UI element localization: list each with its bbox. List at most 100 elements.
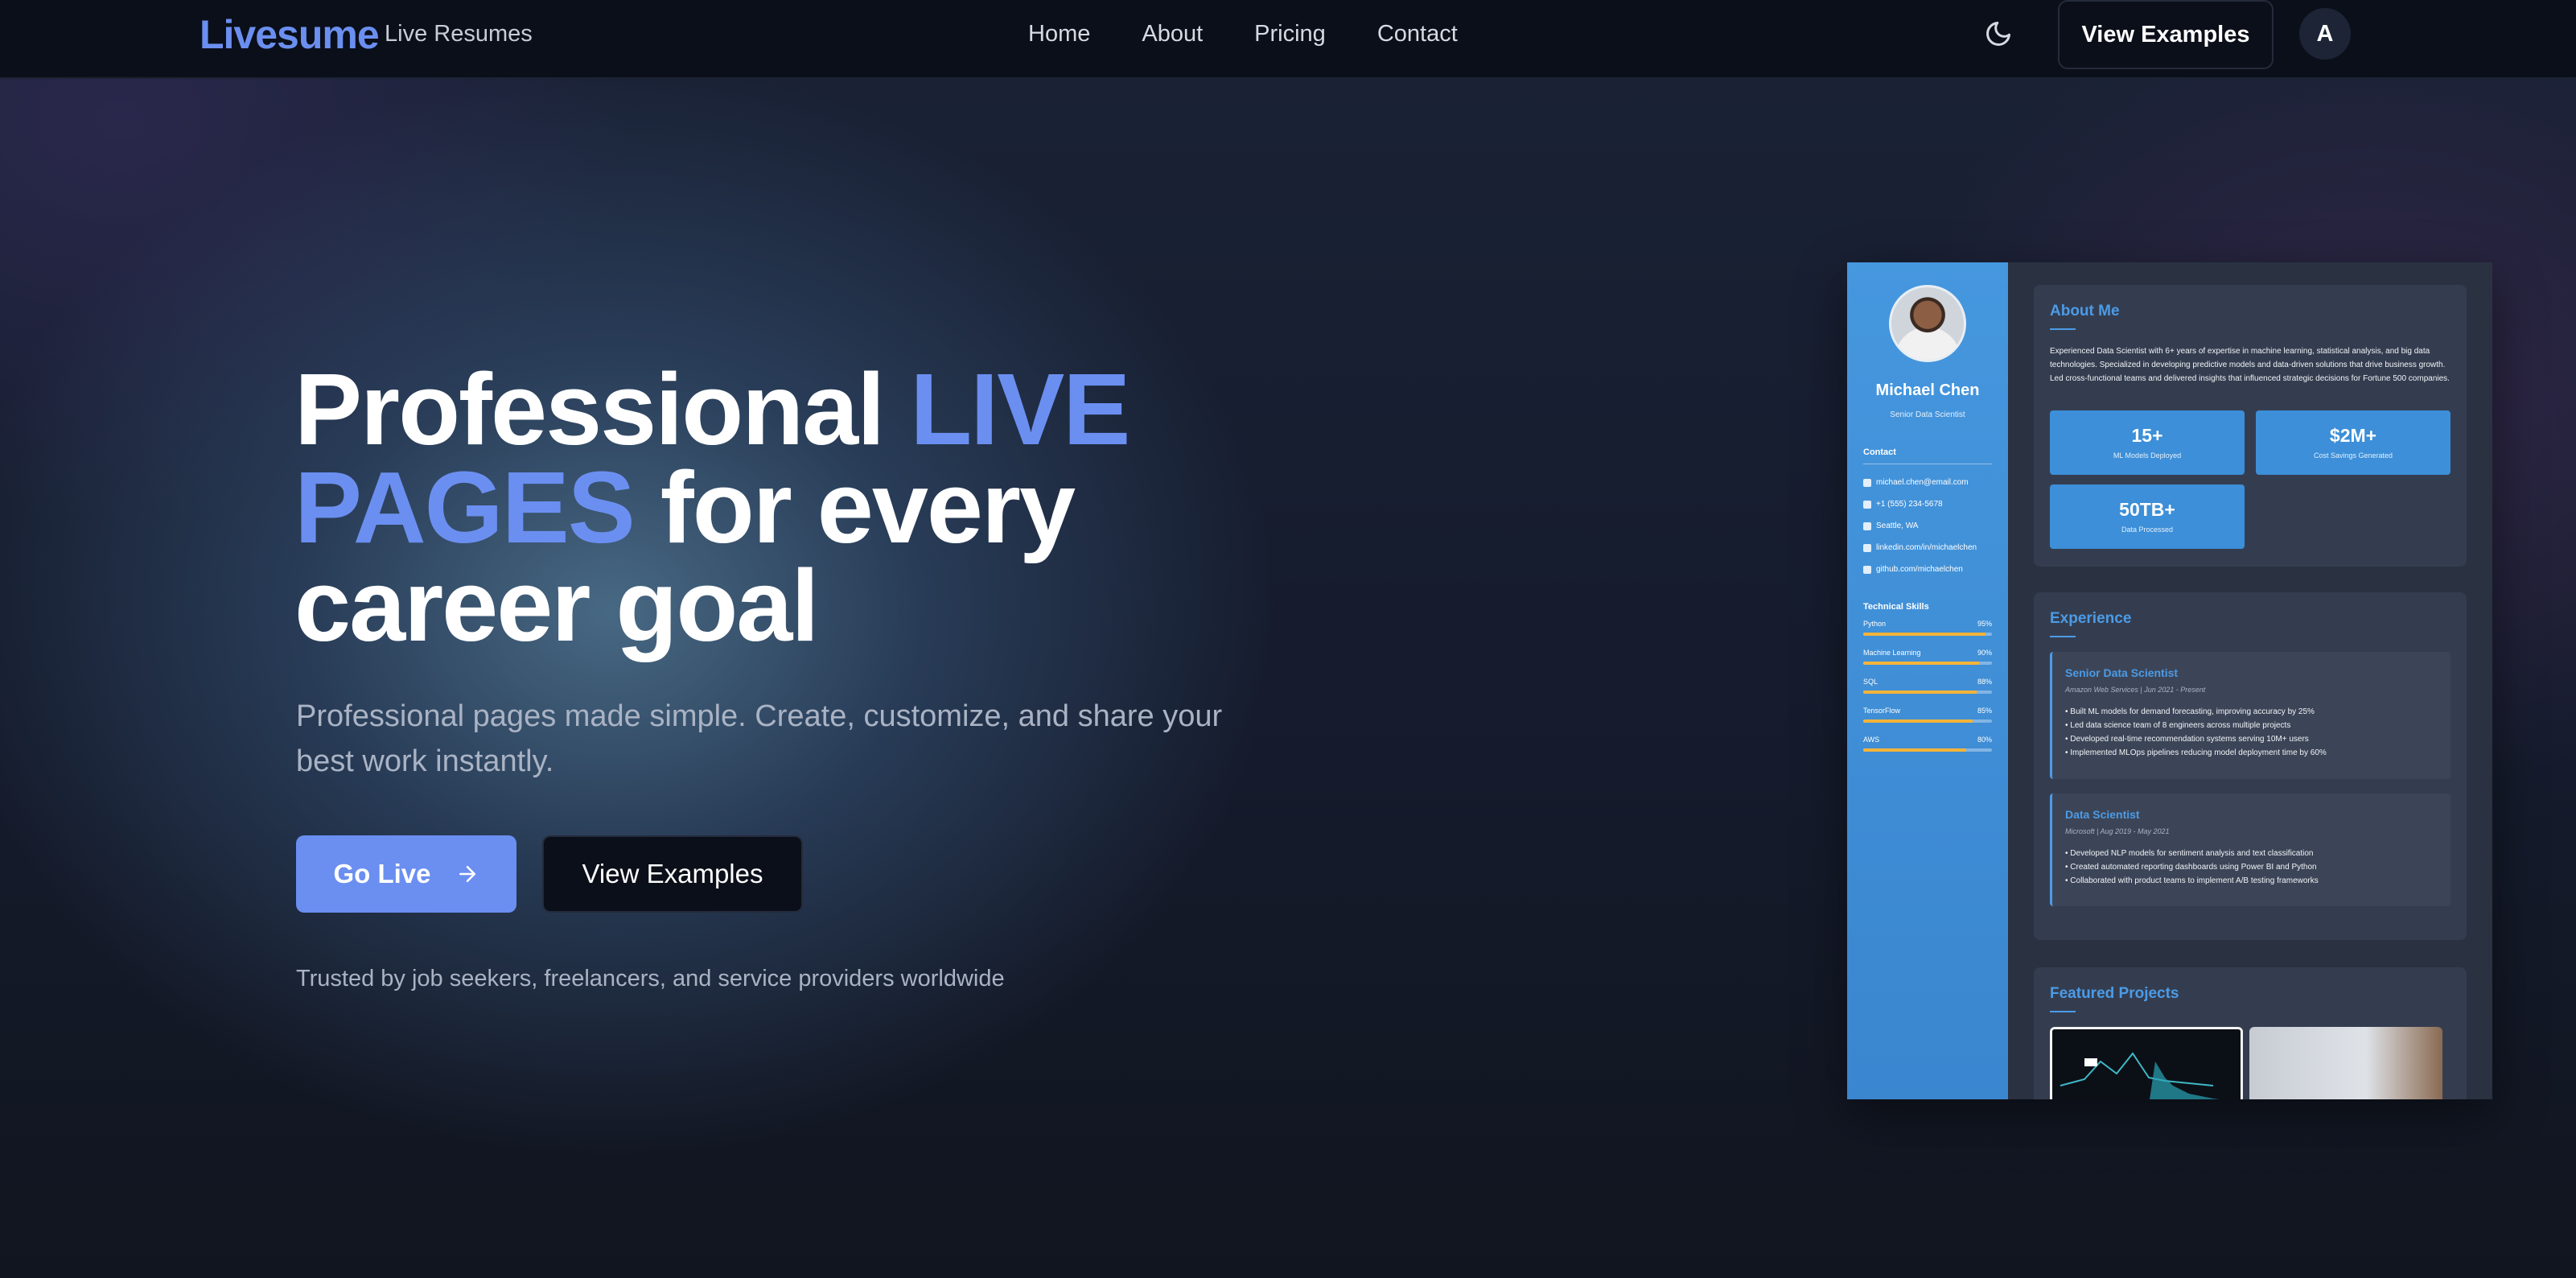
skill-tensorflow: TensorFlow 85%	[1863, 707, 1992, 723]
about-text: Experienced Data Scientist with 6+ years…	[2050, 347, 2450, 383]
hero-title-part1: Professional	[294, 352, 911, 466]
job-bullet: Built ML models for demand forecasting, …	[2065, 705, 2438, 719]
skill-python: Python 95%	[1863, 620, 1992, 636]
linkedin-icon	[1863, 543, 1871, 552]
skill-fill	[1863, 633, 1985, 636]
job-title: Data Scientist	[2065, 808, 2140, 821]
resume-sidebar: Michael Chen Senior Data Scientist Conta…	[1847, 262, 2008, 1099]
user-avatar[interactable]: A	[2299, 8, 2351, 60]
skill-fill	[1863, 748, 1966, 752]
skill-fill	[1863, 662, 1979, 665]
skill-name: Python	[1863, 620, 1887, 628]
contact-location: Seattle, WA	[1863, 522, 1918, 530]
experience-title: Experience	[2050, 610, 2132, 627]
contact-phone-text: +1 (555) 234-5678	[1876, 500, 1943, 509]
skill-pct: 80%	[1977, 736, 1992, 744]
skill-fill	[1863, 719, 1973, 723]
stat-number: 50TB+	[2119, 499, 2175, 520]
job-bullets: Developed NLP models for sentiment analy…	[2065, 847, 2438, 888]
phone-icon	[1863, 500, 1871, 509]
contact-location-text: Seattle, WA	[1876, 522, 1919, 530]
location-icon	[1863, 522, 1871, 530]
hero-description: Professional pages made simple. Create, …	[296, 699, 1223, 778]
project-thumbnail[interactable]	[2249, 1027, 2442, 1099]
trusted-by-text: Trusted by job seekers, freelancers, and…	[296, 966, 1005, 991]
job-bullet: Implemented MLOps pipelines reducing mod…	[2065, 746, 2438, 760]
profile-photo	[1889, 285, 1966, 362]
contact-linkedin-text: linkedin.com/in/michaelchen	[1876, 543, 1977, 552]
projects-title: Featured Projects	[2050, 985, 2179, 1002]
job-title: Senior Data Scientist	[2065, 666, 2179, 679]
brand-logo[interactable]: Livesume	[200, 11, 380, 58]
experience-underline	[2050, 636, 2076, 637]
profile-name: Michael Chen	[1875, 381, 1980, 399]
skill-pct: 88%	[1977, 678, 1992, 686]
contact-phone: +1 (555) 234-5678	[1863, 500, 1943, 509]
skill-name: TensorFlow	[1863, 707, 1901, 715]
about-section: About Me Experienced Data Scientist with…	[2034, 285, 2467, 567]
project-chart-graphic	[2052, 1029, 2241, 1099]
skill-name: SQL	[1863, 678, 1879, 686]
hero-title: Professional LIVE PAGES for every career g…	[294, 359, 1244, 657]
moon-icon[interactable]	[1984, 19, 2013, 48]
hero-title-part2: for every	[633, 451, 1076, 564]
nav-links: Home About Pricing Contact	[1028, 21, 1458, 47]
stat-number: $2M+	[2329, 425, 2377, 446]
job-bullets: Built ML models for demand forecasting, …	[2065, 705, 2438, 760]
experience-section: Experience Senior Data Scientist Amazon …	[2034, 592, 2467, 940]
about-title: About Me	[2050, 303, 2120, 320]
hero-title-accent-live: LIVE	[910, 352, 1130, 466]
github-icon	[1863, 565, 1871, 574]
about-underline	[2050, 328, 2076, 330]
contact-github-text: github.com/michaelchen	[1876, 565, 1963, 574]
skill-name: AWS	[1863, 736, 1880, 744]
skill-pct: 95%	[1977, 620, 1992, 628]
skills-heading: Technical Skills	[1863, 602, 1929, 612]
stat-card: 15+ ML Models Deployed	[2050, 410, 2245, 475]
skill-name: Machine Learning	[1863, 649, 1921, 657]
top-navbar: Livesume Live Resumes Home About Pricing…	[0, 0, 2576, 79]
job-bullet: Developed real-time recommendation syste…	[2065, 732, 2438, 746]
stat-label: ML Models Deployed	[2113, 451, 2182, 460]
stat-card: 50TB+ Data Processed	[2050, 484, 2245, 549]
stat-label: Cost Savings Generated	[2313, 451, 2393, 460]
job-company: Amazon Web Services | Jun 2021 - Present	[2065, 686, 2206, 694]
project-thumbnail[interactable]	[2050, 1027, 2243, 1099]
contact-heading: Contact	[1863, 447, 1896, 457]
go-live-label: Go Live	[333, 859, 431, 888]
go-live-button[interactable]: Go Live	[296, 835, 516, 913]
resume-main: About Me Experienced Data Scientist with…	[2008, 262, 2492, 1099]
skill-aws: AWS 80%	[1863, 736, 1992, 752]
skill-fill	[1863, 691, 1977, 694]
contact-github: github.com/michaelchen	[1863, 565, 1963, 574]
profile-role: Senior Data Scientist	[1890, 410, 1965, 419]
job-entry: Senior Data Scientist Amazon Web Service…	[2050, 652, 2450, 779]
job-company: Microsoft | Aug 2019 - May 2021	[2065, 827, 2170, 835]
contact-email: michael.chen@email.com	[1863, 478, 1969, 487]
nav-link-home[interactable]: Home	[1028, 21, 1090, 47]
email-icon	[1863, 478, 1871, 487]
stat-label: Data Processed	[2121, 526, 2174, 534]
resume-preview: Michael Chen Senior Data Scientist Conta…	[1847, 262, 2492, 1099]
job-bullet: Developed NLP models for sentiment analy…	[2065, 847, 2438, 860]
job-entry: Data Scientist Microsoft | Aug 2019 - Ma…	[2050, 794, 2450, 906]
skill-pct: 90%	[1977, 649, 1992, 657]
contact-email-text: michael.chen@email.com	[1876, 478, 1969, 487]
brand-tagline: Live Resumes	[385, 21, 533, 47]
arrow-right-icon	[459, 866, 475, 882]
nav-link-pricing[interactable]: Pricing	[1254, 21, 1326, 47]
job-bullet: Created automated reporting dashboards u…	[2065, 860, 2438, 874]
projects-underline	[2050, 1011, 2076, 1012]
job-bullet: Collaborated with product teams to imple…	[2065, 874, 2438, 888]
view-examples-button[interactable]: View Examples	[542, 835, 803, 913]
nav-link-contact[interactable]: Contact	[1377, 21, 1458, 47]
job-bullet: Led data science team of 8 engineers acr…	[2065, 719, 2438, 732]
stat-card: $2M+ Cost Savings Generated	[2256, 410, 2450, 475]
hero-title-part3: career goal	[294, 549, 819, 662]
nav-view-examples-button[interactable]: View Examples	[2058, 0, 2274, 69]
skill-sql: SQL 88%	[1863, 678, 1992, 694]
skill-ml: Machine Learning 90%	[1863, 649, 1992, 665]
skill-pct: 85%	[1977, 707, 1992, 715]
projects-section: Featured Projects	[2034, 967, 2467, 1099]
nav-link-about[interactable]: About	[1142, 21, 1203, 47]
